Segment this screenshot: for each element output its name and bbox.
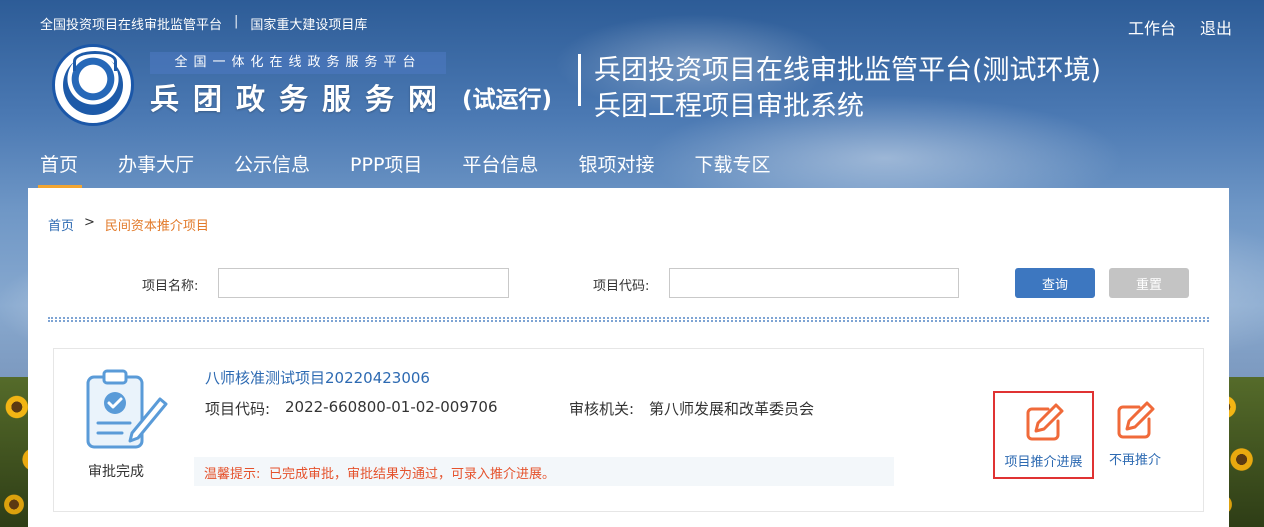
brand-divider: [578, 54, 581, 106]
edit-icon: [1117, 401, 1155, 439]
tip-label: 温馨提示:: [204, 467, 261, 482]
brand-trial-tag: (试运行): [462, 87, 553, 113]
breadcrumb-arrow: >: [84, 215, 95, 230]
project-card: 审批完成 八师核准测试项目20220423006 项目代码: 2022-6608…: [53, 348, 1204, 512]
top-bar: 全国投资项目在线审批监管平台 | 国家重大建设项目库 工作台 退出: [0, 0, 1264, 46]
brand-subtitle: 全国一体化在线政务服务平台: [150, 52, 446, 74]
stop-promotion-label: 不再推介: [1108, 453, 1161, 468]
breadcrumb: 首页 > 民间资本推介项目: [48, 215, 209, 234]
edit-icon: [1026, 403, 1063, 441]
stop-promotion-button[interactable]: 不再推介: [1102, 391, 1168, 479]
nav-item-home[interactable]: 首页: [37, 142, 83, 188]
project-code-input[interactable]: [669, 268, 959, 298]
system-title-primary: 兵团投资项目在线审批监管平台(测试环境): [594, 55, 1102, 86]
project-promotion-progress-button[interactable]: 项目推介进展: [993, 391, 1094, 479]
review-authority-value: 第八师发展和改革委员会: [649, 400, 815, 418]
workbench-link[interactable]: 工作台: [1128, 15, 1176, 39]
system-title-secondary: 兵团工程项目审批系统: [594, 91, 864, 122]
tip-box: 温馨提示: 已完成审批，审批结果为通过，可录入推介进展。: [194, 457, 894, 486]
top-link-separator: |: [234, 14, 239, 29]
main-panel: 首页 > 民间资本推介项目 项目名称: 项目代码: 查询 重置 审批完成 八师核…: [28, 188, 1229, 527]
project-code-label: 项目代码:: [593, 279, 650, 294]
nav-item-service-hall[interactable]: 办事大厅: [118, 142, 194, 188]
nav-item-platform-info[interactable]: 平台信息: [462, 142, 538, 188]
tip-text: 已完成审批，审批结果为通过，可录入推介进展。: [269, 467, 556, 482]
project-code-field-label: 项目代码:: [205, 400, 271, 418]
nav-item-public-info[interactable]: 公示信息: [234, 142, 310, 188]
emblem-arc: [73, 51, 117, 71]
review-authority-label: 审核机关:: [569, 400, 635, 418]
nav-item-downloads[interactable]: 下载专区: [694, 142, 770, 188]
breadcrumb-current: 民间资本推介项目: [104, 219, 209, 234]
user-links: 工作台 退出: [1128, 15, 1232, 39]
main-nav: 首页 办事大厅 公示信息 PPP项目 平台信息 银项对接 下载专区: [0, 142, 810, 188]
nav-item-ppp[interactable]: PPP项目: [350, 142, 422, 188]
approval-clipboard-icon: [86, 369, 168, 449]
top-link-project-library[interactable]: 国家重大建设项目库: [250, 14, 367, 33]
project-name-label: 项目名称:: [142, 279, 199, 294]
approval-status: 审批完成: [88, 464, 144, 480]
project-name-input[interactable]: [218, 268, 509, 298]
nav-item-bank-project[interactable]: 银项对接: [578, 142, 654, 188]
logout-link[interactable]: 退出: [1200, 15, 1232, 39]
project-title-link[interactable]: 八师核准测试项目20220423006: [205, 367, 430, 388]
project-code-value: 2022-660800-01-02-009706: [285, 398, 498, 416]
site-logo-emblem[interactable]: [52, 44, 134, 126]
breadcrumb-home[interactable]: 首页: [48, 215, 74, 234]
top-link-national-platform[interactable]: 全国投资项目在线审批监管平台: [40, 14, 222, 33]
reset-button[interactable]: 重置: [1109, 268, 1189, 298]
query-button[interactable]: 查询: [1015, 268, 1095, 298]
project-promotion-progress-label: 项目推介进展: [1004, 455, 1083, 470]
top-links: 全国投资项目在线审批监管平台 | 国家重大建设项目库: [40, 14, 367, 33]
section-divider: [48, 317, 1209, 322]
brand-title: 兵团政务服务网: [150, 82, 452, 116]
